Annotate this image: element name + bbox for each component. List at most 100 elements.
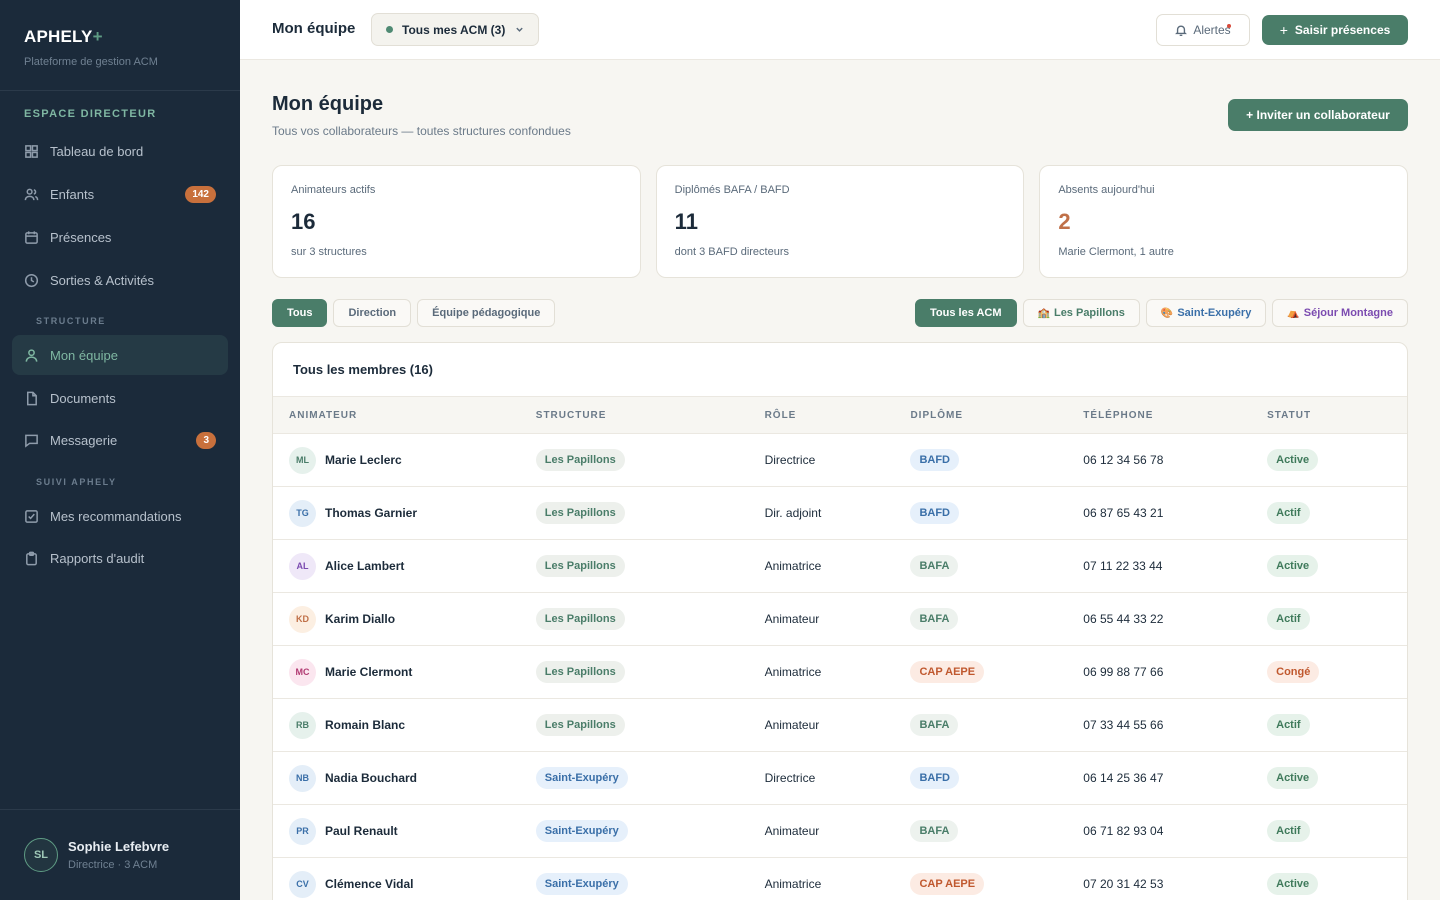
status-badge: Active [1267, 873, 1319, 895]
checkbox-icon [25, 509, 38, 523]
phone-cell: 07 11 22 33 44 [1083, 559, 1163, 573]
structure-badge: Les Papillons [535, 555, 625, 577]
filter-sejour-montagne[interactable]: ⛺ Séjour Montagne [1272, 299, 1408, 327]
table-row[interactable]: PR Paul Renault Saint-Exupéry Animateur B… [273, 805, 1407, 858]
table-row[interactable]: NB Nadia Bouchard Saint-Exupéry Directric… [273, 752, 1407, 805]
filter-saint-exupery[interactable]: 🎨 Saint-Exupéry [1145, 299, 1267, 327]
role-filters: Tous Direction Équipe pédagogique [272, 299, 556, 327]
sidebar-item-messagerie[interactable]: Messagerie 3 [12, 420, 228, 460]
avatar: MC [289, 658, 316, 686]
role-cell: Animateur [764, 824, 820, 838]
page-subtitle: Tous vos collaborateurs — toutes structu… [272, 124, 571, 138]
status-dot [386, 26, 393, 33]
phone-cell: 06 99 88 77 66 [1083, 665, 1164, 679]
table-row[interactable]: AL Alice Lambert Les Papillons Animatrice… [273, 540, 1407, 593]
column-header[interactable]: ANIMATEUR [273, 410, 536, 421]
stat-label: Diplômés BAFA / BAFD [674, 184, 790, 196]
sidebar-item-label: Tableau de bord [50, 143, 144, 159]
stat-footnote: Marie Clermont, 1 autre [1058, 246, 1174, 258]
alerts-button[interactable]: Alertes [1156, 14, 1250, 46]
filter-tous[interactable]: Tous [272, 299, 328, 327]
diploma-badge: BAFD [910, 767, 960, 789]
topbar-title: Mon équipe [272, 20, 356, 37]
phone-cell: 07 33 44 55 66 [1083, 718, 1164, 732]
sidebar-item-label: Sorties & Activités [50, 272, 155, 288]
avatar: NB [289, 764, 316, 792]
member-name: Nadia Bouchard [325, 771, 418, 785]
sidebar-item-documents[interactable]: Documents [12, 378, 228, 418]
status-badge: Active [1267, 449, 1319, 471]
clock-icon [24, 273, 39, 287]
invite-collaborator-button[interactable]: + Inviter un collaborateur [1228, 99, 1408, 131]
sidebar-item-tableau-de-bord[interactable]: Tableau de bord [12, 131, 228, 171]
diploma-badge: CAP AEPE [910, 873, 985, 895]
status-badge: Congé [1267, 661, 1320, 683]
alerts-label: Alertes [1193, 23, 1231, 37]
table-row[interactable]: MC Marie Clermont Les Papillons Animatric… [273, 646, 1407, 699]
structure-badge: Saint-Exupéry [535, 820, 628, 842]
structure-badge: Les Papillons [535, 449, 625, 471]
role-cell: Animatrice [764, 877, 822, 891]
table-header: ANIMATEUR STRUCTURE RÔLE DIPLÔME TÉLÉPHO… [273, 396, 1407, 434]
sidebar-item-label: Présences [50, 229, 112, 245]
avatar: SL [24, 838, 58, 872]
acm-selector[interactable]: Tous mes ACM (3) [371, 13, 540, 46]
stat-footnote: sur 3 structures [291, 246, 367, 258]
structure-badge: Saint-Exupéry [535, 767, 628, 789]
filter-direction[interactable]: Direction [333, 299, 412, 327]
sidebar-item-mon-equipe[interactable]: Mon équipe [12, 335, 228, 375]
filter-equipe-pedagogique[interactable]: Équipe pédagogique [417, 299, 556, 327]
column-header[interactable]: DIPLÔME [910, 410, 1083, 421]
sidebar-item-sorties[interactable]: Sorties & Activités [12, 260, 228, 300]
member-name: Thomas Garnier [325, 506, 418, 520]
stat-value: 2 [1058, 209, 1071, 234]
phone-cell: 06 12 34 56 78 [1083, 453, 1164, 467]
table-row[interactable]: CV Clémence Vidal Saint-Exupéry Animatric… [273, 858, 1407, 900]
avatar: CV [289, 870, 316, 898]
sidebar-item-rapports[interactable]: Rapports d'audit [12, 538, 228, 578]
filter-les-papillons[interactable]: 🏫 Les Papillons [1022, 299, 1140, 327]
column-header[interactable]: RÔLE [765, 410, 911, 421]
sidebar-section-label: ESPACE DIRECTEUR [24, 108, 157, 120]
column-header[interactable]: TÉLÉPHONE [1083, 410, 1267, 421]
phone-cell: 06 87 65 43 21 [1083, 506, 1164, 520]
table-row[interactable]: ML Marie Leclerc Les Papillons Directrice… [273, 434, 1407, 487]
clipboard-icon [26, 551, 37, 565]
structure-badge: Saint-Exupéry [535, 873, 628, 895]
avatar: KD [289, 605, 316, 633]
member-name: Paul Renault [325, 824, 398, 838]
member-name: Marie Leclerc [325, 453, 402, 467]
status-badge: Active [1267, 767, 1319, 789]
filter-label: Séjour Montagne [1303, 307, 1393, 319]
topbar: Mon équipe Tous mes ACM (3) Alertes + Sa… [240, 0, 1440, 60]
sidebar-item-recommandations[interactable]: Mes recommandations [12, 496, 228, 536]
sidebar-group-structure: STRUCTURE [36, 316, 106, 326]
filter-tous-les-acm[interactable]: Tous les ACM [915, 299, 1017, 327]
table-row[interactable]: TG Thomas Garnier Les Papillons Dir. adjo… [273, 487, 1407, 540]
stat-label: Animateurs actifs [291, 184, 376, 196]
column-header[interactable]: STATUT [1267, 410, 1407, 421]
status-badge: Actif [1267, 820, 1310, 842]
sidebar-group-suivi: SUIVI APHELY [36, 477, 117, 487]
saisir-presences-button[interactable]: + Saisir présences [1262, 15, 1408, 45]
sidebar-item-enfants[interactable]: Enfants 142 [12, 174, 228, 214]
column-header[interactable]: STRUCTURE [536, 410, 765, 421]
page-title: Mon équipe [272, 93, 384, 115]
table-row[interactable]: KD Karim Diallo Les Papillons Animateur B… [273, 593, 1407, 646]
school-icon: 🏫 [1037, 307, 1050, 319]
stat-value: 16 [291, 209, 316, 234]
role-cell: Directrice [764, 453, 816, 467]
sidebar-item-presences[interactable]: Présences [12, 217, 228, 257]
diploma-badge: BAFA [910, 555, 959, 577]
avatar: TG [289, 499, 316, 527]
document-icon [27, 391, 37, 405]
profile-role: Directrice · 3 ACM [68, 859, 158, 871]
brand-logo[interactable]: APHELY+ [24, 27, 216, 47]
role-cell: Animatrice [764, 665, 822, 679]
tent-icon: ⛺ [1287, 307, 1300, 319]
diploma-badge: BAFA [910, 714, 959, 736]
role-cell: Directrice [764, 771, 816, 785]
user-profile[interactable]: SL Sophie Lefebvre Directrice · 3 ACM [0, 809, 240, 900]
table-row[interactable]: RB Romain Blanc Les Papillons Animateur B… [273, 699, 1407, 752]
status-badge: Actif [1267, 714, 1310, 736]
